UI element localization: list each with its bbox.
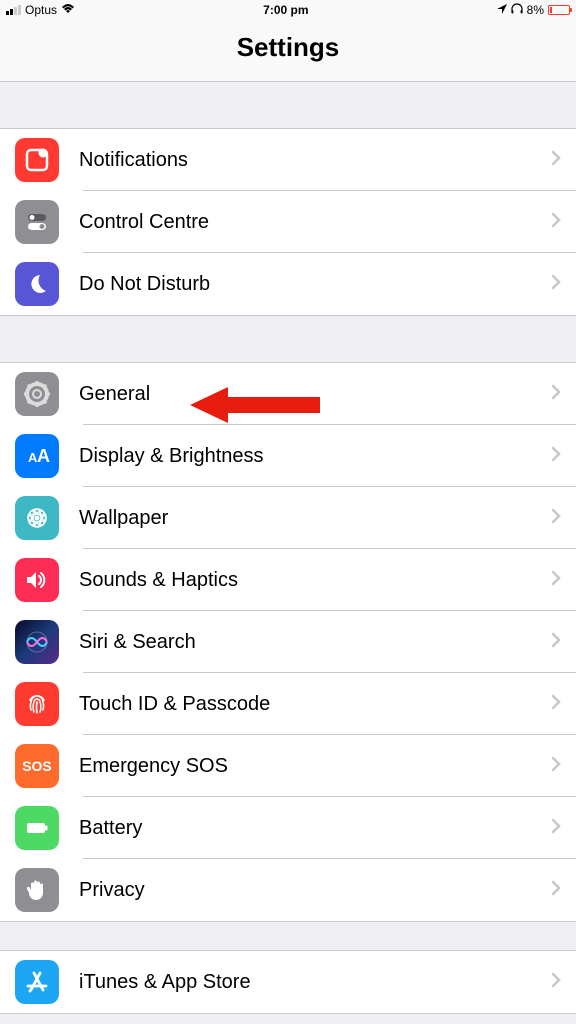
chevron-right-icon xyxy=(551,570,561,591)
sos-icon: SOS xyxy=(15,744,59,788)
signal-strength-icon xyxy=(6,5,21,15)
chevron-right-icon xyxy=(551,446,561,467)
chevron-right-icon xyxy=(551,818,561,839)
carrier-label: Optus xyxy=(25,3,57,17)
status-bar: Optus 7:00 pm 8% xyxy=(0,0,576,20)
text-size-icon: AA xyxy=(15,434,59,478)
row-label: Display & Brightness xyxy=(79,445,551,468)
row-battery[interactable]: Battery xyxy=(0,797,576,859)
row-label: Touch ID & Passcode xyxy=(79,693,551,716)
row-label: Sounds & Haptics xyxy=(79,569,551,592)
chevron-right-icon xyxy=(551,694,561,715)
wallpaper-icon xyxy=(15,496,59,540)
status-right: 8% xyxy=(497,3,570,17)
row-wallpaper[interactable]: Wallpaper xyxy=(0,487,576,549)
headphones-icon xyxy=(511,3,523,17)
annotation-arrow xyxy=(190,384,320,431)
row-itunes-app-store[interactable]: iTunes & App Store xyxy=(0,951,576,1013)
row-notifications[interactable]: Notifications xyxy=(0,129,576,191)
fingerprint-icon xyxy=(15,682,59,726)
row-siri-search[interactable]: Siri & Search xyxy=(0,611,576,673)
battery-icon xyxy=(548,5,570,15)
row-label: Control Centre xyxy=(79,211,551,234)
chevron-right-icon xyxy=(551,972,561,993)
group-spacer xyxy=(0,922,576,950)
status-time: 7:00 pm xyxy=(263,3,308,17)
row-sounds-haptics[interactable]: Sounds & Haptics xyxy=(0,549,576,611)
row-label: Battery xyxy=(79,817,551,840)
status-left: Optus xyxy=(6,3,75,17)
row-label: iTunes & App Store xyxy=(79,971,551,994)
row-label: Emergency SOS xyxy=(79,755,551,778)
battery-icon xyxy=(15,806,59,850)
row-label: Wallpaper xyxy=(79,507,551,530)
chevron-right-icon xyxy=(551,632,561,653)
chevron-right-icon xyxy=(551,384,561,405)
settings-header: Settings xyxy=(0,20,576,82)
battery-percent: 8% xyxy=(527,3,544,17)
row-control-centre[interactable]: Control Centre xyxy=(0,191,576,253)
row-emergency-sos[interactable]: SOS Emergency SOS xyxy=(0,735,576,797)
page-title: Settings xyxy=(0,32,576,63)
settings-group-3: iTunes & App Store xyxy=(0,950,576,1014)
row-display-brightness[interactable]: AA Display & Brightness xyxy=(0,425,576,487)
chevron-right-icon xyxy=(551,274,561,295)
moon-icon xyxy=(15,262,59,306)
chevron-right-icon xyxy=(551,508,561,529)
siri-icon xyxy=(15,620,59,664)
settings-group-2: General AA Display & Brightness Wallpape… xyxy=(0,362,576,922)
notifications-icon xyxy=(15,138,59,182)
app-store-icon xyxy=(15,960,59,1004)
control-centre-icon xyxy=(15,200,59,244)
location-icon xyxy=(497,3,507,17)
gear-icon xyxy=(15,372,59,416)
settings-group-1: Notifications Control Centre Do Not Dist… xyxy=(0,128,576,316)
hand-icon xyxy=(15,868,59,912)
chevron-right-icon xyxy=(551,756,561,777)
row-do-not-disturb[interactable]: Do Not Disturb xyxy=(0,253,576,315)
svg-text:A: A xyxy=(37,446,50,466)
group-spacer xyxy=(0,82,576,128)
row-label: Notifications xyxy=(79,149,551,172)
row-touch-id-passcode[interactable]: Touch ID & Passcode xyxy=(0,673,576,735)
wifi-icon xyxy=(61,3,75,17)
speaker-icon xyxy=(15,558,59,602)
row-label: Privacy xyxy=(79,879,551,902)
chevron-right-icon xyxy=(551,880,561,901)
row-label: Do Not Disturb xyxy=(79,273,551,296)
row-label: Siri & Search xyxy=(79,631,551,654)
chevron-right-icon xyxy=(551,212,561,233)
row-privacy[interactable]: Privacy xyxy=(0,859,576,921)
chevron-right-icon xyxy=(551,150,561,171)
group-spacer xyxy=(0,316,576,362)
